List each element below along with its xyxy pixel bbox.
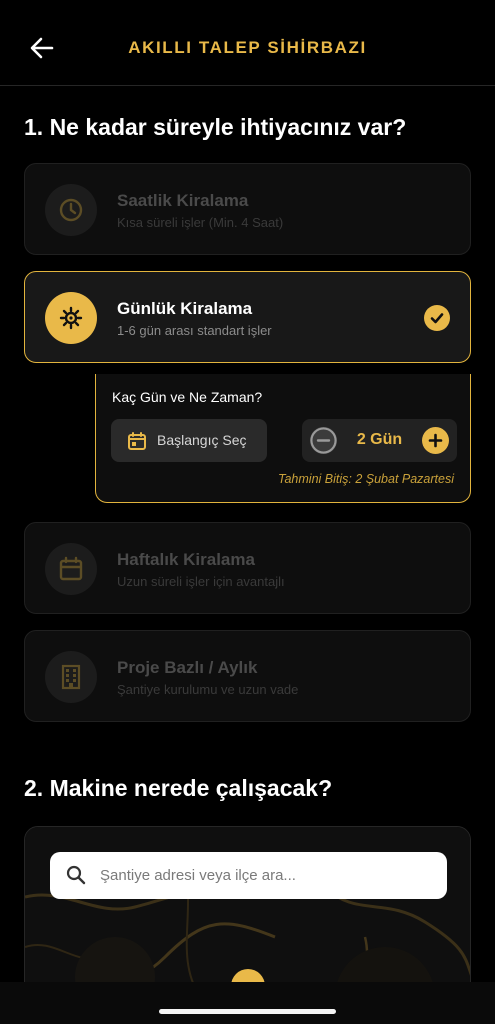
option-weekly[interactable]: Haftalık Kiralama Uzun süreli işler için… (24, 522, 471, 614)
day-selection-panel: Kaç Gün ve Ne Zaman? Başlangıç Seç 2 Gün (95, 374, 471, 503)
address-search-bar (50, 852, 447, 899)
option-hourly[interactable]: Saatlik Kiralama Kısa süreli işler (Min.… (24, 163, 471, 255)
estimated-end-date: Tahmini Bitiş: 2 Şubat Pazartesi (277, 472, 454, 486)
option-title: Haftalık Kiralama (117, 550, 255, 569)
check-circle-icon (424, 305, 450, 331)
option-subtitle: Şantiye kurulumu ve uzun vade (117, 682, 299, 697)
duration-section-title: 1. Ne kadar süreyle ihtiyacınız var? (24, 114, 407, 140)
option-title: Günlük Kiralama (117, 299, 253, 318)
calendar-icon (128, 432, 146, 450)
page-title: AKILLI TALEP SİHİRBAZI (128, 38, 367, 57)
start-date-button[interactable]: Başlangıç Seç (111, 419, 267, 462)
day-count-stepper: 2 Gün (302, 419, 457, 462)
app-header: AKILLI TALEP SİHİRBAZI (0, 0, 495, 86)
address-search-input[interactable] (100, 852, 430, 899)
option-project[interactable]: Proje Bazlı / Aylık Şantiye kurulumu ve … (24, 630, 471, 722)
building-icon (61, 664, 81, 690)
sun-icon (59, 306, 83, 330)
increment-button[interactable] (422, 427, 449, 454)
option-daily[interactable]: Günlük Kiralama 1-6 gün arası standart i… (24, 271, 471, 363)
start-date-label: Başlangıç Seç (157, 432, 247, 448)
option-title: Proje Bazlı / Aylık (117, 658, 258, 677)
bottom-bar (0, 982, 495, 1024)
clock-icon (59, 198, 83, 222)
calendar-icon (59, 556, 83, 581)
option-subtitle: 1-6 gün arası standart işler (117, 323, 272, 338)
search-icon (66, 865, 86, 885)
day-question-label: Kaç Gün ve Ne Zaman? (112, 389, 263, 405)
home-indicator[interactable] (159, 1009, 336, 1014)
option-subtitle: Kısa süreli işler (Min. 4 Saat) (117, 215, 284, 230)
location-section-title: 2. Makine nerede çalışacak? (24, 775, 333, 801)
plus-icon (428, 433, 443, 448)
option-subtitle: Uzun süreli işler için avantajlı (117, 574, 285, 589)
smart-request-wizard: AKILLI TALEP SİHİRBAZI 1. Ne kadar sürey… (0, 0, 495, 1024)
option-title: Saatlik Kiralama (117, 191, 249, 210)
